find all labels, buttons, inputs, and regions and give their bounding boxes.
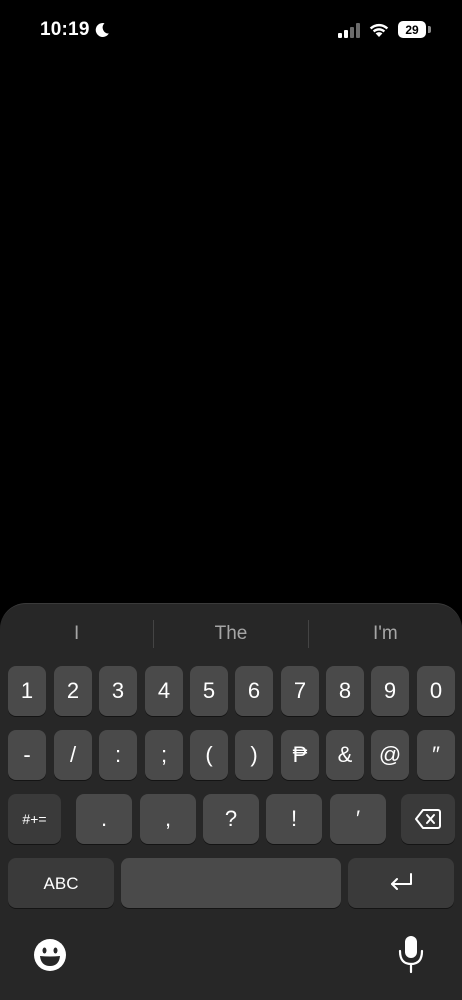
battery-tip: [428, 26, 431, 33]
key-3[interactable]: 3: [99, 666, 137, 716]
key-6[interactable]: 6: [235, 666, 273, 716]
key-more-symbols[interactable]: #+=: [8, 794, 61, 844]
key-question[interactable]: ?: [203, 794, 259, 844]
key-open-paren[interactable]: (: [190, 730, 228, 780]
key-4[interactable]: 4: [145, 666, 183, 716]
key-8[interactable]: 8: [326, 666, 364, 716]
key-0[interactable]: 0: [417, 666, 455, 716]
suggestion-2[interactable]: The: [154, 616, 307, 652]
status-time: 10:19: [40, 19, 90, 40]
suggestion-1[interactable]: I: [0, 616, 153, 652]
key-7[interactable]: 7: [281, 666, 319, 716]
key-1[interactable]: 1: [8, 666, 46, 716]
key-period[interactable]: .: [76, 794, 132, 844]
return-icon: [391, 873, 412, 890]
key-abc[interactable]: ABC: [8, 858, 114, 908]
screen: 10:19 29 I The I'm 1 2 3 4 5 6 7 8 9 0 -…: [0, 0, 462, 1000]
key-9[interactable]: 9: [371, 666, 409, 716]
delete-key[interactable]: [401, 794, 455, 844]
battery-level: 29: [405, 22, 419, 37]
return-key[interactable]: [348, 858, 454, 908]
key-slash[interactable]: /: [54, 730, 92, 780]
suggestion-3[interactable]: I'm: [309, 616, 462, 652]
key-5[interactable]: 5: [190, 666, 228, 716]
microphone-icon[interactable]: [398, 935, 424, 975]
key-semicolon[interactable]: ;: [145, 730, 183, 780]
keyboard: I The I'm 1 2 3 4 5 6 7 8 9 0 - / : ; ( …: [0, 603, 462, 1000]
key-double-quote[interactable]: ″: [417, 730, 455, 780]
key-at[interactable]: @: [371, 730, 409, 780]
cellular-signal-icon: [338, 23, 360, 38]
wifi-icon: [369, 23, 389, 37]
battery-indicator: 29: [398, 21, 426, 38]
key-colon[interactable]: :: [99, 730, 137, 780]
key-apostrophe[interactable]: ′: [330, 794, 386, 844]
key-2[interactable]: 2: [54, 666, 92, 716]
suggestion-bar: I The I'm: [0, 616, 462, 652]
backspace-icon: [415, 809, 441, 829]
key-exclamation[interactable]: !: [266, 794, 322, 844]
space-bar[interactable]: [121, 858, 341, 908]
emoji-icon[interactable]: [32, 937, 68, 973]
key-peso[interactable]: ₱: [281, 730, 319, 780]
key-ampersand[interactable]: &: [326, 730, 364, 780]
moon-icon: [95, 22, 109, 37]
key-close-paren[interactable]: ): [235, 730, 273, 780]
key-hyphen[interactable]: -: [8, 730, 46, 780]
key-comma[interactable]: ,: [140, 794, 196, 844]
